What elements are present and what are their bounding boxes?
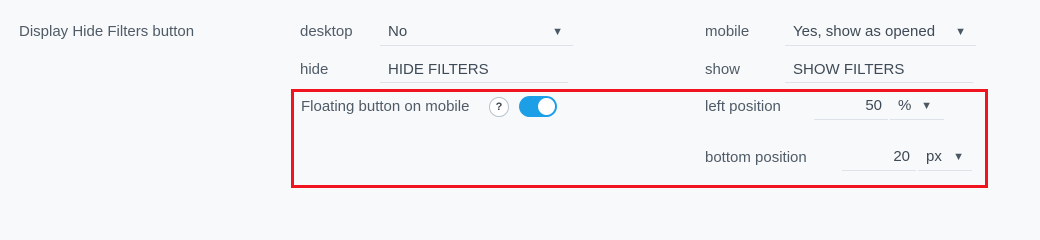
show-text-value: SHOW FILTERS: [793, 61, 905, 78]
hide-text-value: HIDE FILTERS: [388, 61, 489, 78]
floating-button-label: Floating button on mobile: [301, 98, 470, 115]
bottom-position-unit: px: [926, 148, 942, 165]
floating-button-toggle[interactable]: [519, 96, 557, 117]
chevron-down-icon: ▼: [921, 100, 932, 112]
bottom-position-input[interactable]: 20: [842, 144, 916, 171]
left-position-unit-select[interactable]: % ▼: [890, 93, 944, 120]
desktop-label: desktop: [300, 23, 353, 40]
help-icon[interactable]: ?: [489, 97, 509, 117]
desktop-select[interactable]: No ▼: [380, 19, 573, 46]
mobile-select-value: Yes, show as opened: [793, 23, 936, 40]
left-position-value: 50: [865, 97, 882, 114]
bottom-position-unit-select[interactable]: px ▼: [918, 144, 972, 171]
hide-label: hide: [300, 61, 329, 78]
chevron-down-icon: ▼: [955, 26, 966, 38]
bottom-position-value: 20: [893, 148, 910, 165]
left-position-input[interactable]: 50: [814, 93, 888, 120]
hide-text-input[interactable]: HIDE FILTERS: [380, 57, 568, 83]
left-position-unit: %: [898, 97, 912, 114]
show-text-input[interactable]: SHOW FILTERS: [785, 57, 973, 83]
chevron-down-icon: ▼: [552, 26, 563, 38]
left-position-label: left position: [705, 98, 781, 115]
mobile-select[interactable]: Yes, show as opened ▼: [785, 19, 976, 46]
toggle-knob: [538, 98, 555, 115]
chevron-down-icon: ▼: [953, 151, 964, 163]
bottom-position-label: bottom position: [705, 149, 807, 166]
section-title: Display Hide Filters button: [19, 23, 195, 40]
show-label: show: [705, 61, 741, 78]
mobile-label: mobile: [705, 23, 750, 40]
desktop-select-value: No: [388, 23, 408, 40]
